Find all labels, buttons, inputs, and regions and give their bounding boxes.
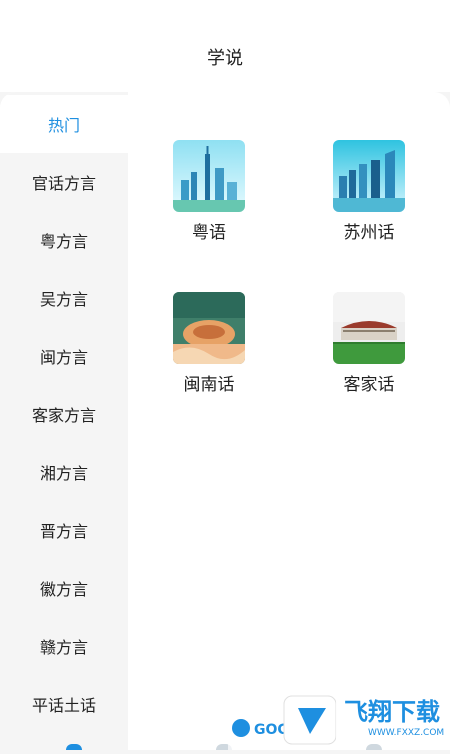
- hakka-stadium-image: [333, 292, 405, 364]
- dialect-card-label: 闽南话: [183, 375, 235, 395]
- page-title: 学说: [207, 48, 243, 69]
- sidebar-item-label: 吴方言: [39, 290, 88, 309]
- watermark-url: WWW.FXXZ.COM: [368, 728, 444, 738]
- sidebar-item-label: 官话方言: [31, 174, 96, 193]
- sidebar-item-pinghua[interactable]: 平话土话: [0, 675, 128, 733]
- fujian-tulou-image: [173, 292, 245, 364]
- cantonese-city-image: [173, 140, 245, 212]
- sidebar-item-wu[interactable]: 吴方言: [0, 269, 128, 327]
- dialect-card-hakka[interactable]: 客家话: [314, 292, 424, 395]
- watermark-right-text: 飞翔下载: [344, 698, 440, 726]
- sidebar-item-label: 粤方言: [39, 232, 88, 251]
- sidebar-item-label: 徽方言: [39, 580, 88, 599]
- sidebar-item-label: 热门: [47, 116, 80, 135]
- suzhou-skyline-image: [333, 140, 405, 212]
- sidebar-item-hot[interactable]: 热门: [0, 95, 128, 153]
- watermark: GOGO 飞翔下载 WWW.FXXZ.COM: [228, 690, 450, 750]
- sidebar-item-yue[interactable]: 粤方言: [0, 211, 128, 269]
- dialect-card-label: 粤语: [192, 223, 226, 243]
- sidebar-item-hakka[interactable]: 客家方言: [0, 385, 128, 443]
- dialect-card-cantonese[interactable]: 粤语: [154, 140, 264, 243]
- dialect-card-suzhou[interactable]: 苏州话: [314, 140, 424, 243]
- sidebar-item-label: 平话土话: [31, 696, 96, 715]
- dialect-card-label: 苏州话: [343, 223, 395, 243]
- sidebar-item-gan[interactable]: 赣方言: [0, 617, 128, 675]
- sidebar-item-label: 晋方言: [39, 522, 88, 541]
- dialect-card-minnan[interactable]: 闽南话: [154, 292, 264, 395]
- sidebar-item-jin[interactable]: 晋方言: [0, 501, 128, 559]
- sidebar-item-min[interactable]: 闽方言: [0, 327, 128, 385]
- main-content: 热门 官话方言 粤方言 吴方言 闽方言 客家方言 湘方言 晋方言 徽方言 赣方言…: [0, 92, 450, 750]
- sidebar-item-label: 赣方言: [39, 638, 88, 657]
- sidebar-item-mandarin[interactable]: 官话方言: [0, 153, 128, 211]
- bottom-tab-indicator: [66, 744, 82, 750]
- category-sidebar: 热门 官话方言 粤方言 吴方言 闽方言 客家方言 湘方言 晋方言 徽方言 赣方言…: [0, 92, 128, 750]
- sidebar-item-label: 客家方言: [31, 406, 96, 425]
- sidebar-item-hui[interactable]: 徽方言: [0, 559, 128, 617]
- sidebar-item-label: 闽方言: [39, 348, 88, 367]
- sidebar-item-label: 湘方言: [39, 464, 88, 483]
- sidebar-item-xiang[interactable]: 湘方言: [0, 443, 128, 501]
- top-bar: 学说: [0, 0, 450, 92]
- dialect-card-label: 客家话: [343, 375, 395, 395]
